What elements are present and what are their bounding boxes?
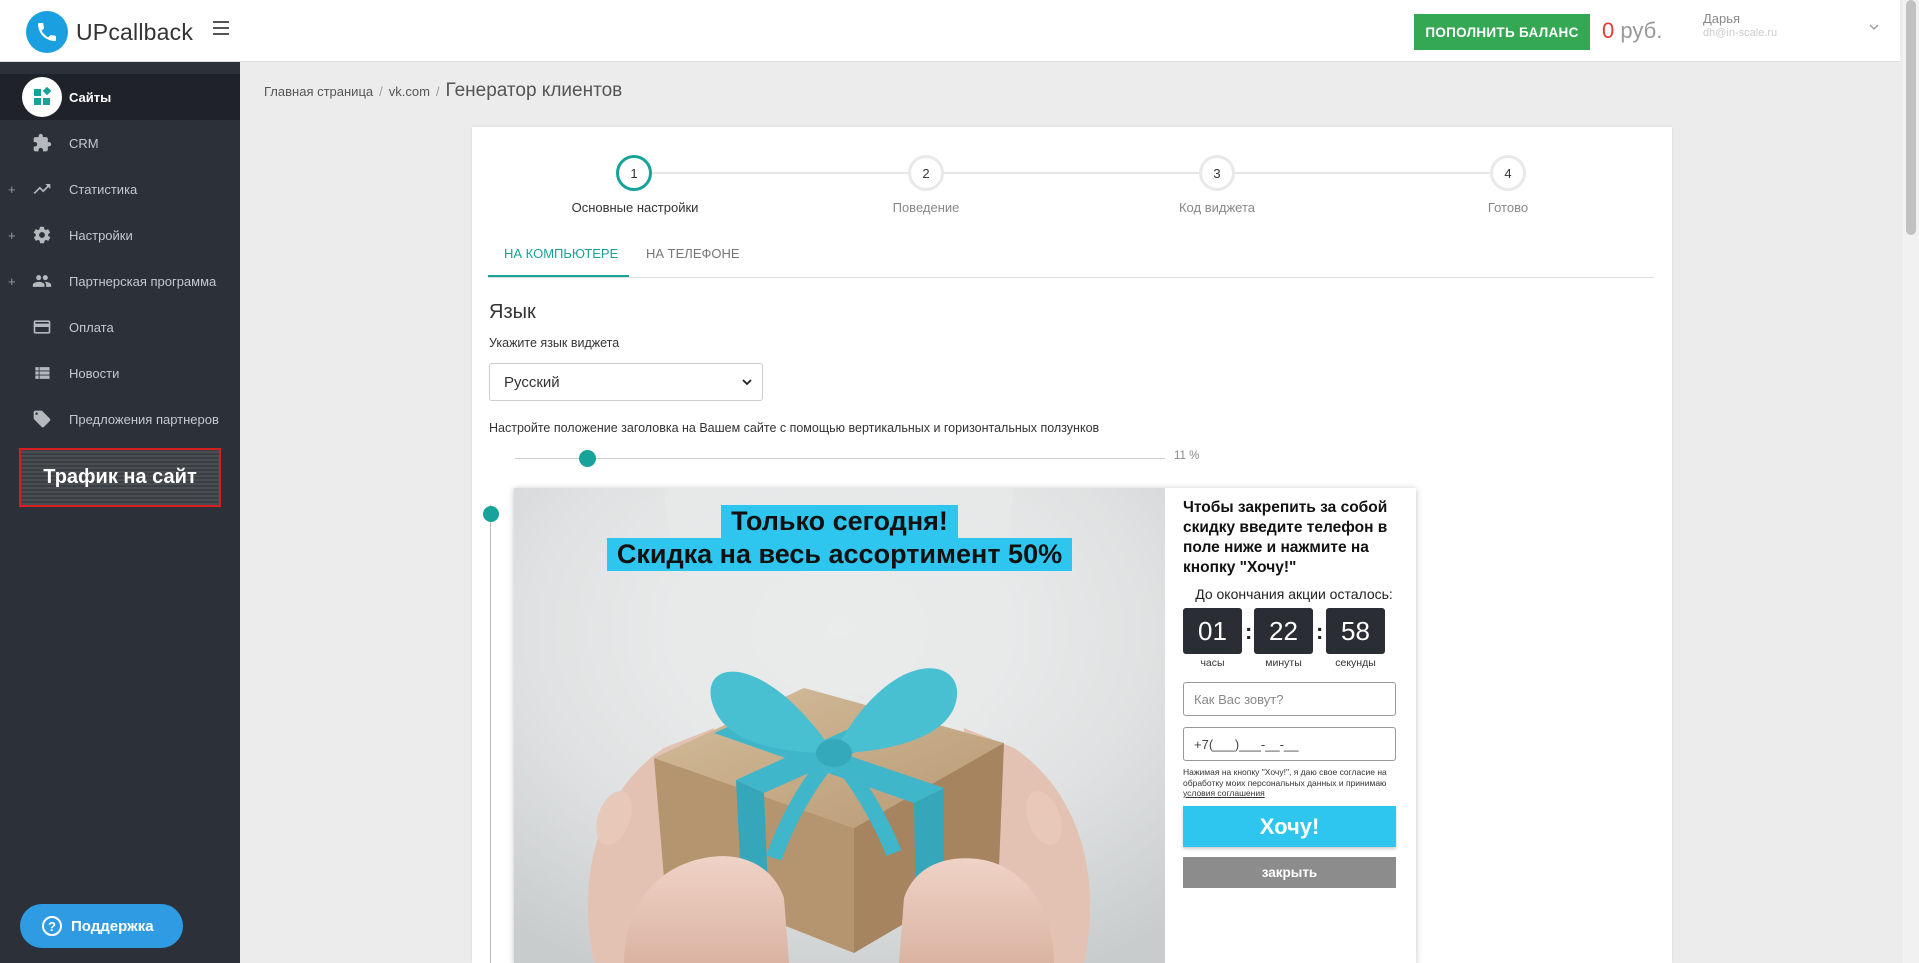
- apps-icon: [22, 77, 62, 117]
- breadcrumb: Главная страница / vk.com / Генератор кл…: [264, 80, 622, 102]
- menu-toggle-icon[interactable]: [213, 21, 229, 35]
- user-email: dh@in-scale.ru: [1703, 27, 1778, 39]
- logo[interactable]: UPcallback: [26, 11, 193, 53]
- breadcrumb-separator: /: [379, 84, 383, 99]
- breadcrumb-home[interactable]: Главная страница: [264, 84, 373, 99]
- step-3-label: Код виджета: [1178, 200, 1255, 215]
- phone-icon: [26, 11, 68, 53]
- user-menu[interactable]: Дарья dh@in-scale.ru: [1703, 11, 1777, 39]
- help-icon: ?: [42, 916, 62, 936]
- language-select[interactable]: Русский: [489, 363, 763, 401]
- tab-desktop[interactable]: НА КОМПЬЮТЕРЕ: [504, 246, 618, 261]
- widget-preview: Только сегодня! Скидка на весь ассортиме…: [514, 488, 1416, 963]
- tab-mobile[interactable]: НА ТЕЛЕФОНЕ: [646, 246, 740, 261]
- list-icon: [30, 361, 54, 385]
- top-header: UPcallback ПОПОЛНИТЬ БАЛАНС 0 руб. Дарья…: [0, 0, 1900, 62]
- stepper-line: [634, 172, 1508, 174]
- horizontal-slider-track[interactable]: [515, 458, 1165, 459]
- consent-text: Нажимая на кнопку "Хочу!", я даю свое со…: [1183, 767, 1398, 799]
- top-up-balance-button[interactable]: ПОПОЛНИТЬ БАЛАНС: [1414, 14, 1590, 50]
- sidebar-item-label: Новости: [69, 365, 120, 381]
- balance-amount: 0: [1602, 18, 1615, 43]
- breadcrumb-separator: /: [435, 84, 440, 99]
- terms-link[interactable]: условия соглашения: [1183, 788, 1265, 798]
- scrollbar-thumb[interactable]: [1906, 0, 1916, 235]
- headline-line-2: Скидка на весь ассортимент 50%: [606, 538, 1073, 571]
- horizontal-slider-thumb[interactable]: [578, 450, 596, 467]
- gear-icon: [30, 223, 54, 247]
- sidebar-item-label: Статистика: [69, 181, 138, 197]
- page-title: Генератор клиентов: [445, 80, 623, 101]
- step-1[interactable]: 1: [616, 155, 652, 191]
- sidebar-item-label: Сайты: [69, 89, 112, 105]
- timer-hours-label: часы: [1200, 657, 1225, 669]
- widget-headline: Только сегодня! Скидка на весь ассортиме…: [514, 505, 1165, 571]
- sidebar-item-crm[interactable]: CRM: [0, 120, 240, 166]
- support-button[interactable]: ? Поддержка: [20, 904, 183, 948]
- sidebar-item-payment[interactable]: Оплата: [0, 304, 240, 350]
- step-4-label: Готово: [1487, 200, 1529, 215]
- sidebar-item-label: Настройки: [69, 227, 133, 243]
- language-heading: Язык: [489, 301, 536, 323]
- step-1-label: Основные настройки: [571, 200, 699, 215]
- phone-input[interactable]: +7(___)___-__-__: [1183, 727, 1396, 761]
- sidebar-item-label: CRM: [69, 135, 99, 151]
- balance-currency: руб.: [1620, 18, 1663, 43]
- sidebar-item-label: Партнерская программа: [69, 273, 217, 289]
- sidebar-item-label: Оплата: [69, 319, 114, 335]
- tag-icon: [30, 407, 54, 431]
- vertical-slider-track[interactable]: [490, 505, 491, 963]
- name-input[interactable]: Как Вас зовут?: [1183, 682, 1396, 716]
- headline-line-1: Только сегодня!: [721, 505, 958, 538]
- logo-text: UPcallback: [76, 18, 194, 45]
- tabs-divider: [488, 277, 1654, 278]
- chevron-down-icon: [740, 375, 754, 389]
- expand-icon[interactable]: +: [8, 182, 16, 197]
- sidebar: Сайты CRM + Статистика + Настройки + Пар…: [0, 62, 240, 963]
- language-selected-value: Русский: [504, 373, 560, 391]
- horizontal-slider-value: 11 %: [1174, 450, 1200, 462]
- traffic-banner[interactable]: Трафик на сайт: [19, 448, 221, 507]
- close-widget-button[interactable]: закрыть: [1183, 857, 1396, 888]
- timer-seconds-label: секунды: [1335, 657, 1376, 669]
- sidebar-item-partner-program[interactable]: + Партнерская программа: [0, 258, 240, 304]
- tab-active-indicator: [488, 275, 629, 277]
- timer-minutes-label: минуты: [1265, 657, 1302, 669]
- sidebar-item-label: Предложения партнеров: [69, 411, 219, 427]
- expand-icon[interactable]: +: [8, 228, 16, 243]
- form-title: Чтобы закрепить за собой скидку введите …: [1183, 499, 1388, 576]
- chevron-down-icon[interactable]: [1869, 20, 1879, 34]
- timer-minutes: 22: [1254, 608, 1313, 654]
- timer-hours: 01: [1183, 608, 1242, 654]
- timer-title: До окончания акции осталось:: [1195, 586, 1393, 602]
- widget-form: Чтобы закрепить за собой скидку введите …: [1165, 488, 1416, 963]
- sidebar-item-partner-offers[interactable]: Предложения партнеров: [0, 396, 240, 442]
- puzzle-icon: [30, 131, 54, 155]
- people-icon: [30, 269, 54, 293]
- user-name: Дарья: [1703, 11, 1741, 26]
- timer-separator: :: [1316, 619, 1324, 644]
- credit-card-icon: [30, 315, 54, 339]
- sidebar-item-settings[interactable]: + Настройки: [0, 212, 240, 258]
- step-2[interactable]: 2: [908, 155, 944, 191]
- expand-icon[interactable]: +: [8, 274, 16, 289]
- support-button-label: Поддержка: [71, 917, 154, 935]
- sidebar-item-statistics[interactable]: + Статистика: [0, 166, 240, 212]
- step-3[interactable]: 3: [1199, 155, 1235, 191]
- timer-separator: :: [1245, 619, 1253, 644]
- submit-button[interactable]: Хочу!: [1183, 806, 1396, 847]
- breadcrumb-site[interactable]: vk.com: [389, 84, 430, 99]
- sidebar-item-sites[interactable]: Сайты: [0, 74, 240, 120]
- position-label: Настройте положение заголовка на Вашем с…: [489, 421, 1100, 435]
- sidebar-item-news[interactable]: Новости: [0, 350, 240, 396]
- balance-display: 0 руб.: [1602, 18, 1662, 44]
- language-label: Укажите язык виджета: [489, 336, 620, 350]
- trending-up-icon: [30, 177, 54, 201]
- consent-body: Нажимая на кнопку "Хочу!", я даю свое со…: [1183, 767, 1387, 788]
- step-2-label: Поведение: [892, 200, 960, 215]
- gift-box-image: Только сегодня! Скидка на весь ассортиме…: [514, 488, 1165, 963]
- step-4[interactable]: 4: [1490, 155, 1526, 191]
- timer-seconds: 58: [1326, 608, 1385, 654]
